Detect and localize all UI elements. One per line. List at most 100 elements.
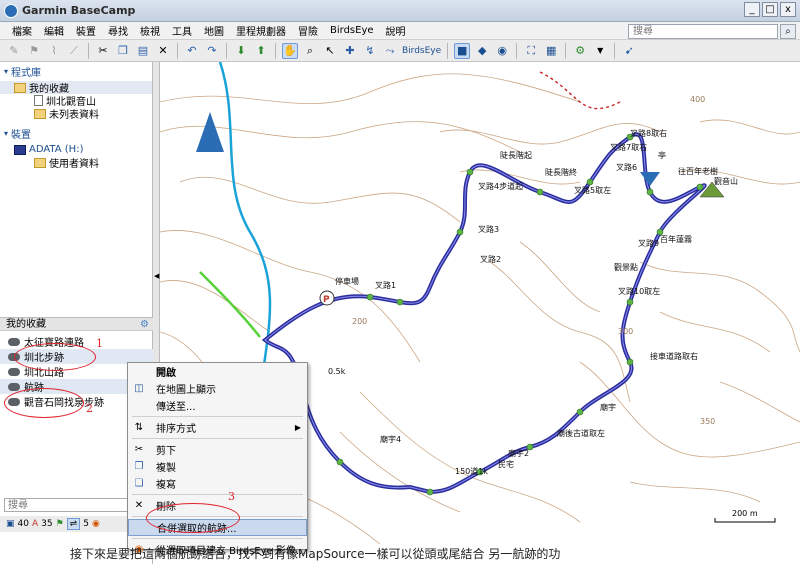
menu-find[interactable]: 尋找 [102, 23, 134, 38]
tree-label: 使用者資料 [49, 159, 99, 170]
drive-icon [14, 144, 26, 155]
menu-sort-by[interactable]: ⇅ 排序方式 ▶ [128, 419, 307, 436]
new-waypoint-icon[interactable]: ✚ [342, 43, 358, 59]
duplicate-icon: ❏ [134, 478, 144, 489]
menu-help[interactable]: 說明 [380, 23, 412, 38]
flag-icon[interactable]: ⚑ [26, 43, 42, 59]
flag-filter-icon[interactable]: ⚑ [56, 519, 64, 529]
track-filter-icon[interactable]: ⇌ [66, 518, 81, 530]
join-icon [133, 522, 147, 534]
tree-item-unlisted[interactable]: 未列表資料 [0, 107, 152, 121]
layers-icon[interactable]: ▦ [543, 43, 559, 59]
collapse-icon[interactable]: ▾ [4, 129, 8, 138]
gear-icon[interactable]: ⚙ [140, 318, 149, 331]
annotation-number: 2 [86, 402, 93, 415]
menu-cut[interactable]: ✂ 剪下 [128, 441, 307, 458]
shelter-icon [640, 172, 660, 186]
menu-adventure[interactable]: 冒險 [292, 23, 324, 38]
navigate-icon[interactable]: ➹ [621, 43, 637, 59]
devices-label: 裝置 [11, 130, 32, 141]
north-arrow-icon [196, 112, 224, 152]
library-section-header[interactable]: ▾ 程式庫 [0, 62, 152, 81]
new-route-icon[interactable]: ↯ [362, 43, 378, 59]
hand-icon[interactable]: ✋ [282, 42, 298, 59]
menu-birdseye[interactable]: BirdsEye [324, 25, 380, 36]
menu-trip-planner[interactable]: 里程規劃器 [230, 23, 292, 38]
menu-map[interactable]: 地圖 [198, 23, 230, 38]
annotation-circle [14, 343, 96, 371]
map-label: 民宅 [498, 459, 514, 469]
globe-icon[interactable]: ◉ [494, 43, 510, 59]
menu-copy[interactable]: ❐ 複製 [128, 458, 307, 475]
waypoint-count: 40 [17, 519, 29, 529]
map-label: 叉路7取右 [610, 142, 647, 152]
search-button[interactable]: ⌕ [780, 24, 796, 39]
submenu-arrow-icon: ▶ [294, 423, 301, 432]
list-search-input[interactable] [4, 498, 134, 512]
select-icon[interactable]: ↖ [322, 43, 338, 59]
menu-label: 排序方式 [156, 424, 196, 435]
menu-edit[interactable]: 編輯 [38, 23, 70, 38]
send-icon[interactable]: ⬆ [253, 43, 269, 59]
dropdown-arrow-icon[interactable]: ▼ [592, 43, 608, 59]
collapse-arrow-icon[interactable]: ◀ [154, 272, 159, 280]
new-track-icon[interactable]: ⤳ [382, 43, 398, 59]
favorites-header: 我的收藏 ⚙ [0, 317, 153, 331]
receive-icon[interactable]: ⬇ [233, 43, 249, 59]
devices-section-header[interactable]: ▾ 裝置 [0, 124, 152, 143]
map-label: 陡長階起 [500, 150, 532, 160]
undo-icon[interactable]: ↶ [184, 43, 200, 59]
menu-separator [132, 538, 303, 539]
library-label: 程式庫 [11, 68, 42, 79]
adventure-icon[interactable]: ◉ [92, 519, 100, 529]
redo-icon[interactable]: ↷ [204, 43, 220, 59]
app-icon [4, 3, 18, 18]
search-input[interactable] [628, 24, 778, 39]
toolbar: ✎ ⚑ ⌇ ⟋ ✂ ❐ ▤ ✕ ↶ ↷ ⬇ ⬆ ✋ ⌕ ↖ ✚ ↯ ⤳ Bird… [0, 40, 800, 62]
minimize-button[interactable]: _ [744, 2, 760, 17]
maximize-button[interactable]: □ [762, 2, 778, 17]
menu-tools[interactable]: 工具 [166, 23, 198, 38]
map-label: 150道1k [455, 466, 488, 476]
collapse-icon[interactable]: ▾ [4, 67, 8, 76]
map-2d-icon[interactable]: ■ [454, 42, 471, 59]
menu-open[interactable]: 開啟 [128, 363, 307, 380]
menu-duplicate[interactable]: ❏ 複寫 [128, 475, 307, 492]
map-label: 叉路5取左 [574, 185, 611, 195]
route-filter-icon[interactable]: A [32, 519, 38, 529]
close-button[interactable]: x [780, 2, 796, 17]
tree-label: ADATA (H:) [29, 144, 84, 155]
tree-device-folder[interactable]: 使用者資料 [0, 156, 152, 170]
list-icon [34, 95, 43, 106]
fit-icon[interactable]: ⛶ [523, 43, 539, 59]
measure-icon[interactable]: ⟋ [66, 43, 82, 59]
track-icon [8, 382, 20, 391]
paste-icon[interactable]: ▤ [135, 43, 151, 59]
toolbar-separator [565, 42, 567, 59]
menu-separator [132, 416, 303, 417]
route-icon[interactable]: ⌇ [46, 43, 62, 59]
map-3d-icon[interactable]: ◆ [474, 43, 490, 59]
favorites-title: 我的收藏 [6, 319, 46, 330]
track-icon [8, 337, 20, 346]
map-label: 廟宇 [600, 402, 616, 412]
waypoint-icon[interactable]: ▣ [6, 519, 15, 529]
cut-icon[interactable]: ✂ [95, 43, 111, 59]
copy-icon[interactable]: ❐ [115, 43, 131, 59]
map-label: 叉路1 [375, 280, 396, 290]
delete-icon[interactable]: ✕ [155, 43, 171, 59]
pencil-icon[interactable]: ✎ [6, 43, 22, 59]
zoom-icon[interactable]: ⌕ [302, 43, 318, 59]
map-label: 350 [700, 417, 715, 426]
filter-icon[interactable]: ⚙ [572, 43, 588, 59]
map-label: 百年蓮霧 [660, 234, 692, 244]
map-label: 叉路9 [638, 238, 659, 248]
map-label: 200 [352, 317, 367, 326]
toolbar-separator [88, 42, 89, 59]
menu-view[interactable]: 檢視 [134, 23, 166, 38]
menu-device[interactable]: 裝置 [70, 23, 102, 38]
menu-send-to[interactable]: 傳送至... [128, 397, 307, 414]
menu-show-on-map[interactable]: ◫ 在地圖上顯示 [128, 380, 307, 397]
menu-file[interactable]: 檔案 [6, 23, 38, 38]
birdseye-label[interactable]: BirdsEye [402, 43, 441, 59]
